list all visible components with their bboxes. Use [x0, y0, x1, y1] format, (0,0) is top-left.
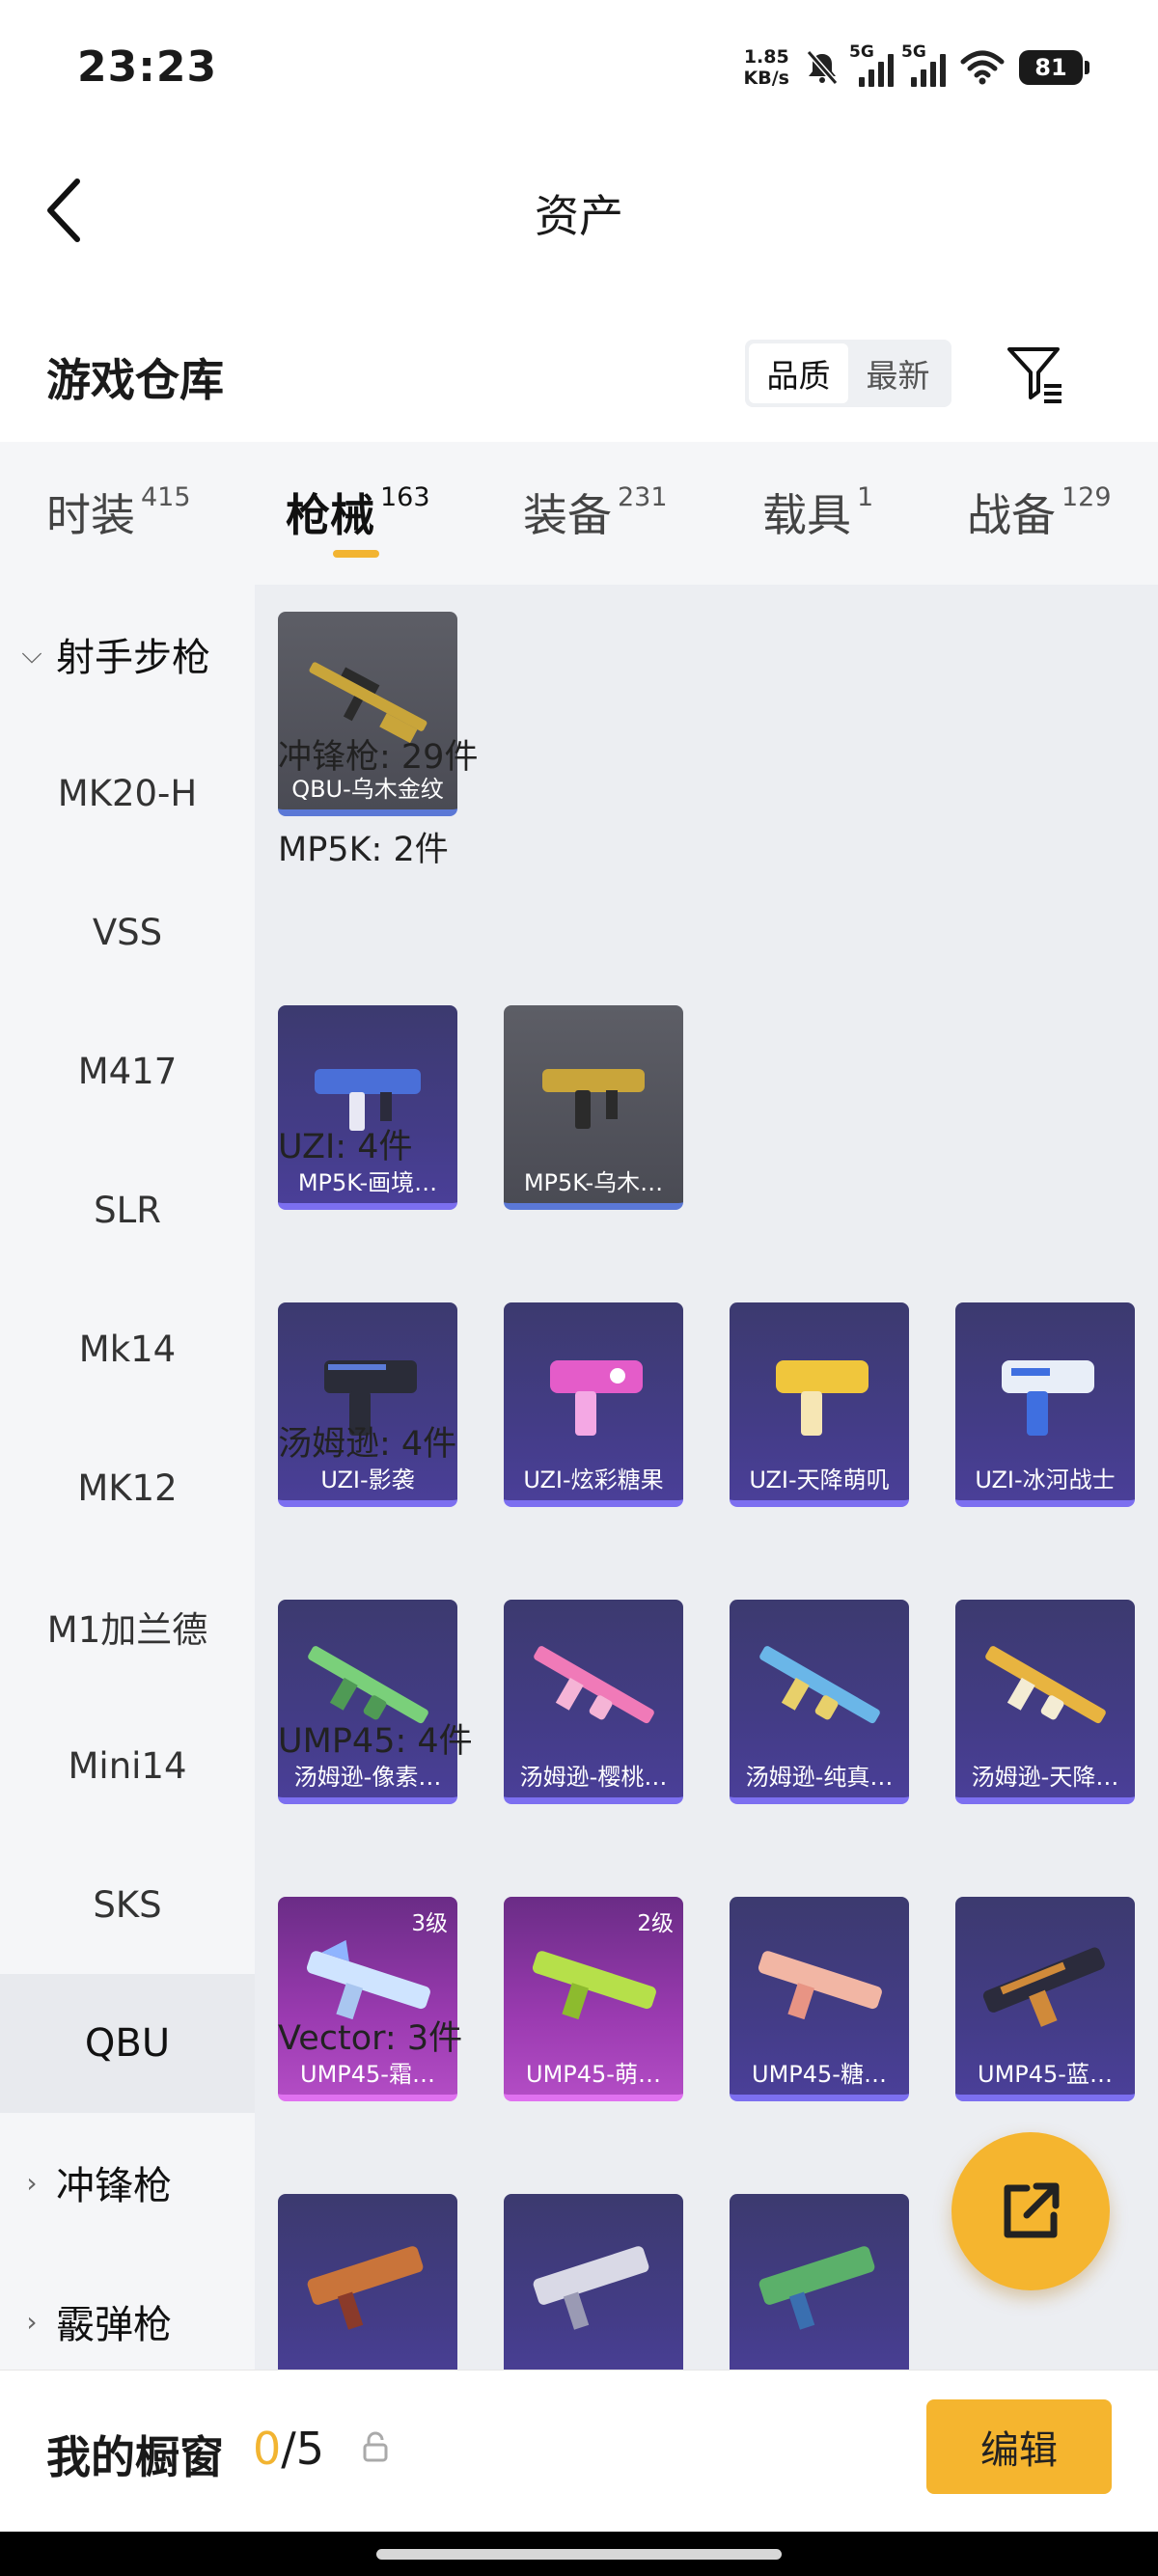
network-speed: 1.85 KB/s — [743, 46, 789, 89]
gun-image-icon — [982, 1947, 1105, 2027]
showcase-count: 0/5 — [253, 2423, 325, 2475]
weapon-card[interactable]: UZI-天降萌叽 — [730, 1302, 909, 1507]
sort-quality-option[interactable]: 品质 — [749, 343, 848, 403]
sidebar-item-m1-garand[interactable]: M1加兰德 — [0, 1557, 255, 1696]
sidebar-group-smg[interactable]: › 冲锋枪 — [0, 2113, 255, 2252]
category-tabs: 时装 415 枪械 163 装备 231 载具 1 战备 129 — [0, 442, 1158, 585]
gun-image-icon — [758, 1951, 882, 2020]
weapon-card[interactable]: UZI-炫彩糖果 — [504, 1302, 683, 1507]
gun-image-icon — [542, 1069, 645, 1129]
tab-fashion[interactable]: 时装 415 — [46, 480, 191, 544]
weapon-card[interactable]: MP5K-乌木… — [504, 1005, 683, 1210]
gun-image-icon — [776, 1360, 868, 1436]
mute-bell-icon — [806, 50, 839, 85]
gun-image-icon — [758, 2246, 875, 2330]
chevron-right-icon: › — [26, 2305, 38, 2338]
gun-image-icon — [1002, 1360, 1094, 1436]
tab-equipment[interactable]: 装备 231 — [523, 480, 668, 544]
chevron-right-icon: › — [26, 2166, 38, 2199]
showcase-bar: 我的橱窗 0/5 编辑 — [0, 2370, 1158, 2532]
signal-sim1-icon: 5G — [849, 42, 894, 87]
sidebar-item-m417[interactable]: M417 — [0, 1001, 255, 1140]
gun-image-icon — [307, 2246, 424, 2330]
system-nav-bar — [0, 2532, 1158, 2576]
weapon-card[interactable]: MP5K-画境… — [278, 1005, 457, 1210]
sidebar-item-slr[interactable]: SLR — [0, 1140, 255, 1279]
weapon-card[interactable]: UZI-冰河战士 — [955, 1302, 1135, 1507]
gun-image-icon — [985, 1646, 1106, 1724]
sidebar-item-mk12[interactable]: MK12 — [0, 1418, 255, 1557]
filter-button[interactable] — [1002, 340, 1069, 407]
wifi-icon — [960, 50, 1005, 85]
gun-image-icon — [534, 1646, 654, 1724]
group-label-uzi: UZI: 4件 — [278, 1128, 413, 1166]
status-icons: 1.85 KB/s 5G 5G 81 — [743, 39, 1089, 96]
gun-image-icon — [532, 1951, 656, 2020]
status-bar: 23:23 1.85 KB/s 5G 5G 81 — [0, 0, 1158, 135]
weapon-type-sidebar: ⌵ 射手步枪 MK20-H VSS M417 SLR Mk14 MK12 M1加… — [0, 585, 255, 2370]
sidebar-group-marksman-rifles[interactable]: ⌵ 射手步枪 — [0, 585, 255, 724]
weapon-card[interactable]: 汤姆逊-纯真… — [730, 1600, 909, 1804]
group-label-ump45: UMP45: 4件 — [278, 1722, 473, 1761]
battery-indicator: 81 — [1019, 50, 1089, 85]
group-label-vector: Vector: 3件 — [278, 2019, 463, 2058]
gun-image-icon — [759, 1646, 880, 1724]
weapon-card[interactable]: 汤姆逊-像素… — [278, 1600, 457, 1804]
tab-firearms[interactable]: 枪械 163 — [286, 480, 430, 544]
share-button[interactable] — [951, 2132, 1110, 2290]
assets-page: 23:23 1.85 KB/s 5G 5G 81 资产 游戏仓库 品质 最新 时… — [0, 0, 1158, 2576]
category-heading: 冲锋枪: 29件 — [278, 738, 479, 777]
sidebar-item-mk20h[interactable]: MK20-H — [0, 724, 255, 863]
tab-vehicles[interactable]: 载具 1 — [762, 480, 873, 544]
weapon-card[interactable] — [278, 2194, 457, 2370]
lock-icon — [363, 2431, 388, 2462]
weapon-card[interactable]: 汤姆逊-樱桃… — [504, 1600, 683, 1804]
group-label-thompson: 汤姆逊: 4件 — [278, 1425, 457, 1464]
home-indicator[interactable] — [376, 2549, 782, 2560]
showcase-label: 我的橱窗 — [46, 2431, 224, 2483]
weapon-card[interactable]: 汤姆逊-天降… — [955, 1600, 1135, 1804]
group-label-mp5k: MP5K: 2件 — [278, 831, 449, 869]
status-time: 23:23 — [77, 42, 218, 92]
weapon-card[interactable]: UMP45-蓝… — [955, 1897, 1135, 2101]
sidebar-item-sks[interactable]: SKS — [0, 1835, 255, 1974]
sidebar-item-qbu[interactable]: QBU — [0, 1974, 255, 2113]
sort-toggle: 品质 最新 — [745, 340, 951, 407]
gun-image-icon — [550, 1360, 643, 1436]
weapon-card[interactable]: 3级 UMP45-霜… — [278, 1897, 457, 2101]
chevron-down-icon: ⌵ — [21, 638, 42, 670]
sidebar-item-mini14[interactable]: Mini14 — [0, 1696, 255, 1835]
weapon-grid: QBU-乌木金纹 冲锋枪: 29件 MP5K: 2件 MP5K-画境… MP5K… — [255, 585, 1158, 2370]
sidebar-item-mk14[interactable]: Mk14 — [0, 1279, 255, 1418]
page-title: 资产 — [535, 190, 623, 242]
sort-newest-option[interactable]: 最新 — [848, 343, 948, 403]
weapon-card[interactable]: UMP45-糖… — [730, 1897, 909, 2101]
weapon-card[interactable] — [730, 2194, 909, 2370]
signal-sim2-icon: 5G — [901, 42, 946, 87]
weapon-card[interactable] — [504, 2194, 683, 2370]
weapon-card[interactable]: 2级 UMP45-萌… — [504, 1897, 683, 2101]
filter-list-icon — [1007, 347, 1062, 403]
gun-image-icon — [533, 2246, 649, 2330]
tab-supplies[interactable]: 战备 129 — [967, 480, 1112, 544]
active-tab-indicator — [333, 550, 379, 558]
warehouse-title: 游戏仓库 — [46, 354, 224, 406]
share-external-icon — [1004, 2182, 1060, 2238]
edit-button[interactable]: 编辑 — [926, 2399, 1112, 2494]
weapon-card[interactable]: QBU-乌木金纹 — [278, 612, 457, 816]
sidebar-item-vss[interactable]: VSS — [0, 863, 255, 1001]
weapon-card[interactable]: UZI-影袭 — [278, 1302, 457, 1507]
